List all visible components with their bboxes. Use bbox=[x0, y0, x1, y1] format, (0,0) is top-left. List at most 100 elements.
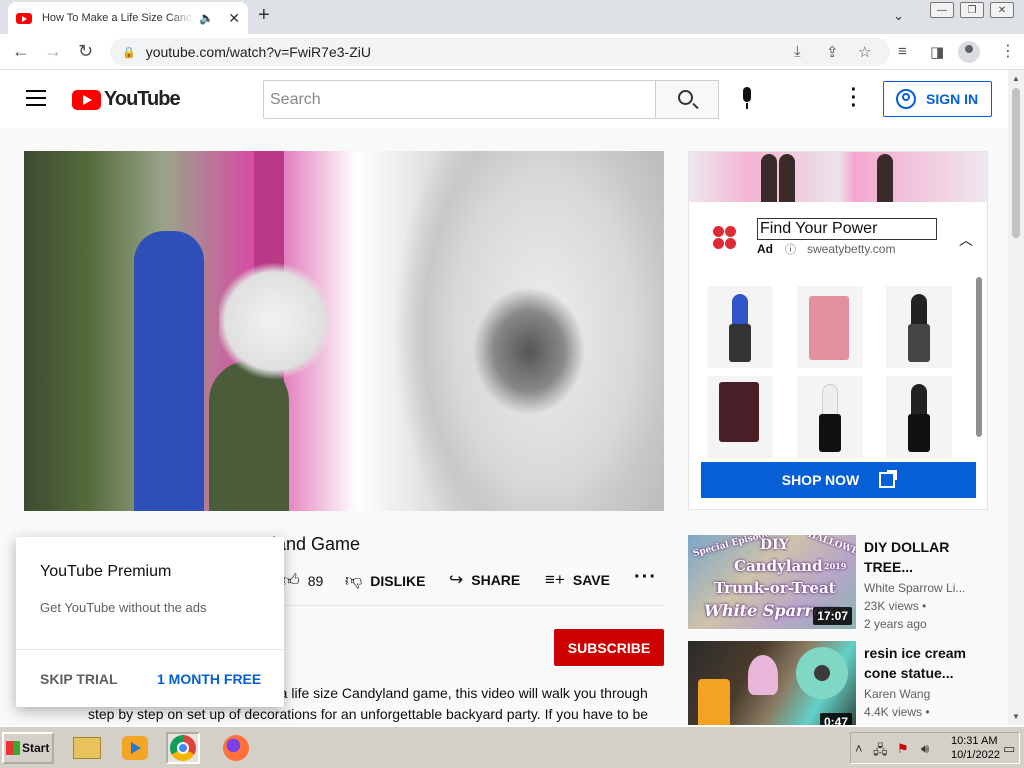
playlist-add-icon: ≡+ bbox=[545, 570, 565, 589]
microphone-icon[interactable] bbox=[736, 87, 758, 111]
channel-name[interactable]: White Sparrow Li... bbox=[864, 581, 965, 595]
premium-title: YouTube Premium bbox=[40, 563, 172, 580]
ad-product-image[interactable] bbox=[707, 286, 773, 368]
skip-trial-button[interactable]: SKIP TRIAL bbox=[40, 671, 118, 687]
ad-headline[interactable]: Find Your Power bbox=[757, 218, 937, 240]
ad-scrollbar[interactable] bbox=[976, 277, 982, 437]
side-panel-icon[interactable]: ◨ bbox=[930, 43, 944, 61]
user-circle-icon bbox=[896, 89, 916, 109]
ad-domain[interactable]: sweatybetty.com bbox=[807, 242, 895, 256]
browser-tab-strip: How To Make a Life Size Candyland Game 🔈… bbox=[0, 0, 1024, 34]
share-arrow-icon: ↪ bbox=[449, 570, 464, 589]
new-tab-button[interactable]: + bbox=[258, 4, 270, 27]
description-line: step by step on set up of decorations fo… bbox=[88, 706, 649, 722]
upload-age: 2 years ago bbox=[864, 617, 927, 631]
chevron-up-icon[interactable]: ︿ bbox=[959, 230, 973, 250]
save-button[interactable]: ≡+ SAVE bbox=[545, 570, 610, 590]
chrome-icon[interactable] bbox=[166, 732, 200, 764]
ad-product-image[interactable] bbox=[797, 376, 863, 458]
hamburger-menu-icon[interactable] bbox=[26, 90, 46, 106]
minimize-button[interactable]: — bbox=[930, 2, 954, 18]
recommended-video-title[interactable]: resin ice cream cone statue... bbox=[864, 643, 994, 683]
browser-tab[interactable]: How To Make a Life Size Candyland Game 🔈… bbox=[8, 2, 248, 34]
back-icon[interactable]: ← bbox=[12, 41, 30, 62]
recommended-video[interactable]: Special Episode DIY HALLOWEEN 2019 Candy… bbox=[688, 535, 1008, 635]
scroll-up-icon[interactable]: ▲ bbox=[1012, 74, 1020, 83]
lock-icon: 🔒 bbox=[122, 46, 136, 59]
media-controls-icon[interactable]: ≡ bbox=[898, 43, 907, 60]
thumbs-up-icon: 👍︎ bbox=[282, 571, 300, 590]
video-duration: 0:47 bbox=[819, 713, 852, 725]
page-scrollbar[interactable]: ▲ ▼ bbox=[1008, 70, 1024, 725]
dislike-label: DISLIKE bbox=[370, 572, 426, 589]
sign-in-button[interactable]: SIGN IN bbox=[883, 81, 992, 117]
start-button[interactable]: Start bbox=[2, 732, 54, 764]
clock-time[interactable]: 10:31 AM bbox=[951, 735, 997, 747]
volume-icon[interactable]: 🔊︎ bbox=[921, 741, 929, 757]
advertiser-logo-icon[interactable] bbox=[713, 226, 737, 250]
month-free-button[interactable]: 1 MONTH FREE bbox=[157, 671, 261, 687]
firefox-icon[interactable] bbox=[219, 732, 253, 764]
subscribe-button[interactable]: SUBSCRIBE bbox=[554, 629, 664, 666]
video-thumbnail[interactable]: Special Episode DIY HALLOWEEN 2019 Candy… bbox=[688, 535, 856, 629]
clock-date[interactable]: 10/1/2022 bbox=[951, 749, 1000, 761]
bookmark-star-icon[interactable]: ☆ bbox=[858, 43, 871, 61]
tab-title: How To Make a Life Size Candyland Game bbox=[41, 12, 193, 24]
like-button[interactable]: 👍︎ 89 bbox=[282, 570, 323, 591]
reload-icon[interactable]: ↻ bbox=[78, 41, 93, 62]
description-line: e a life size Candyland game, this video… bbox=[268, 685, 648, 701]
file-explorer-icon[interactable] bbox=[70, 732, 104, 764]
thumbnail-text: DIY bbox=[760, 537, 789, 553]
info-icon[interactable]: ⓘ bbox=[785, 241, 796, 257]
shop-now-label: SHOP NOW bbox=[781, 472, 860, 488]
search-button[interactable] bbox=[655, 80, 719, 119]
ad-panel: Find Your Power Ad ⓘ sweatybetty.com ︿ S… bbox=[688, 151, 988, 510]
more-actions-icon[interactable]: ··· bbox=[634, 566, 657, 589]
share-icon[interactable]: ⇪ bbox=[826, 43, 839, 61]
scrollbar-thumb[interactable] bbox=[1012, 88, 1020, 238]
security-alert-icon[interactable]: ⚑ bbox=[897, 741, 909, 757]
video-thumbnail[interactable]: 0:47 bbox=[688, 641, 856, 725]
settings-dots-icon[interactable]: · · · bbox=[848, 80, 860, 116]
profile-avatar-icon[interactable] bbox=[958, 41, 980, 63]
ad-product-image[interactable] bbox=[707, 376, 773, 458]
network-icon[interactable]: 🖧 bbox=[873, 741, 888, 763]
ad-product-image[interactable] bbox=[797, 286, 863, 368]
search-input[interactable] bbox=[263, 80, 656, 119]
video-player[interactable] bbox=[24, 151, 664, 511]
video-duration: 17:07 bbox=[813, 607, 852, 625]
tab-close-icon[interactable]: ✕ bbox=[228, 10, 240, 27]
install-icon[interactable]: ⤓ bbox=[794, 43, 801, 60]
sign-in-label: SIGN IN bbox=[926, 91, 979, 107]
shop-now-button[interactable]: SHOP NOW bbox=[701, 462, 976, 498]
recommended-video[interactable]: 0:47 resin ice cream cone statue... Kare… bbox=[688, 641, 1008, 725]
thumbnail-text: Trunk-or-Treat bbox=[714, 579, 836, 597]
tab-search-chevron-icon[interactable]: ⌄ bbox=[893, 8, 904, 24]
maximize-button[interactable]: ❐ bbox=[960, 2, 984, 18]
forward-icon[interactable]: → bbox=[44, 41, 62, 62]
show-desktop-icon[interactable]: ▭ bbox=[1003, 741, 1015, 757]
address-bar[interactable]: 🔒 youtube.com/watch?v=FwiR7e3-ZiU bbox=[110, 38, 890, 66]
youtube-header: YouTube ··· SIGN IN bbox=[0, 70, 1008, 128]
speaker-icon[interactable]: 🔈 bbox=[199, 11, 214, 25]
close-window-button[interactable]: ✕ bbox=[990, 2, 1014, 18]
scroll-down-icon[interactable]: ▼ bbox=[1012, 712, 1020, 721]
ad-product-image[interactable] bbox=[886, 286, 952, 368]
start-label: Start bbox=[22, 741, 50, 755]
ad-banner-image[interactable] bbox=[689, 152, 987, 202]
system-tray: ˄ 🖧 ⚑ 🔊︎ 10:31 AM 10/1/2022 ▭ bbox=[850, 732, 1020, 764]
ad-product-image[interactable] bbox=[886, 376, 952, 458]
tray-expand-icon[interactable]: ˄ bbox=[855, 741, 863, 756]
share-button[interactable]: ↪ SHARE bbox=[449, 570, 520, 590]
chrome-menu-icon[interactable]: ⋮ bbox=[1000, 41, 1016, 61]
recommended-video-title[interactable]: DIY DOLLAR TREE... bbox=[864, 537, 994, 577]
view-count: 23K views • bbox=[864, 599, 927, 613]
window-controls: ⌄ — ❐ ✕ bbox=[893, 0, 1014, 23]
view-count: 4.4K views • bbox=[864, 705, 930, 719]
search-icon bbox=[678, 90, 693, 105]
media-player-icon[interactable] bbox=[118, 732, 152, 764]
youtube-logo[interactable]: YouTube bbox=[72, 88, 181, 111]
premium-subtitle: Get YouTube without the ads bbox=[40, 600, 207, 615]
dislike-button[interactable]: 👎︎ DISLIKE bbox=[345, 570, 426, 591]
channel-name[interactable]: Karen Wang bbox=[864, 687, 930, 701]
